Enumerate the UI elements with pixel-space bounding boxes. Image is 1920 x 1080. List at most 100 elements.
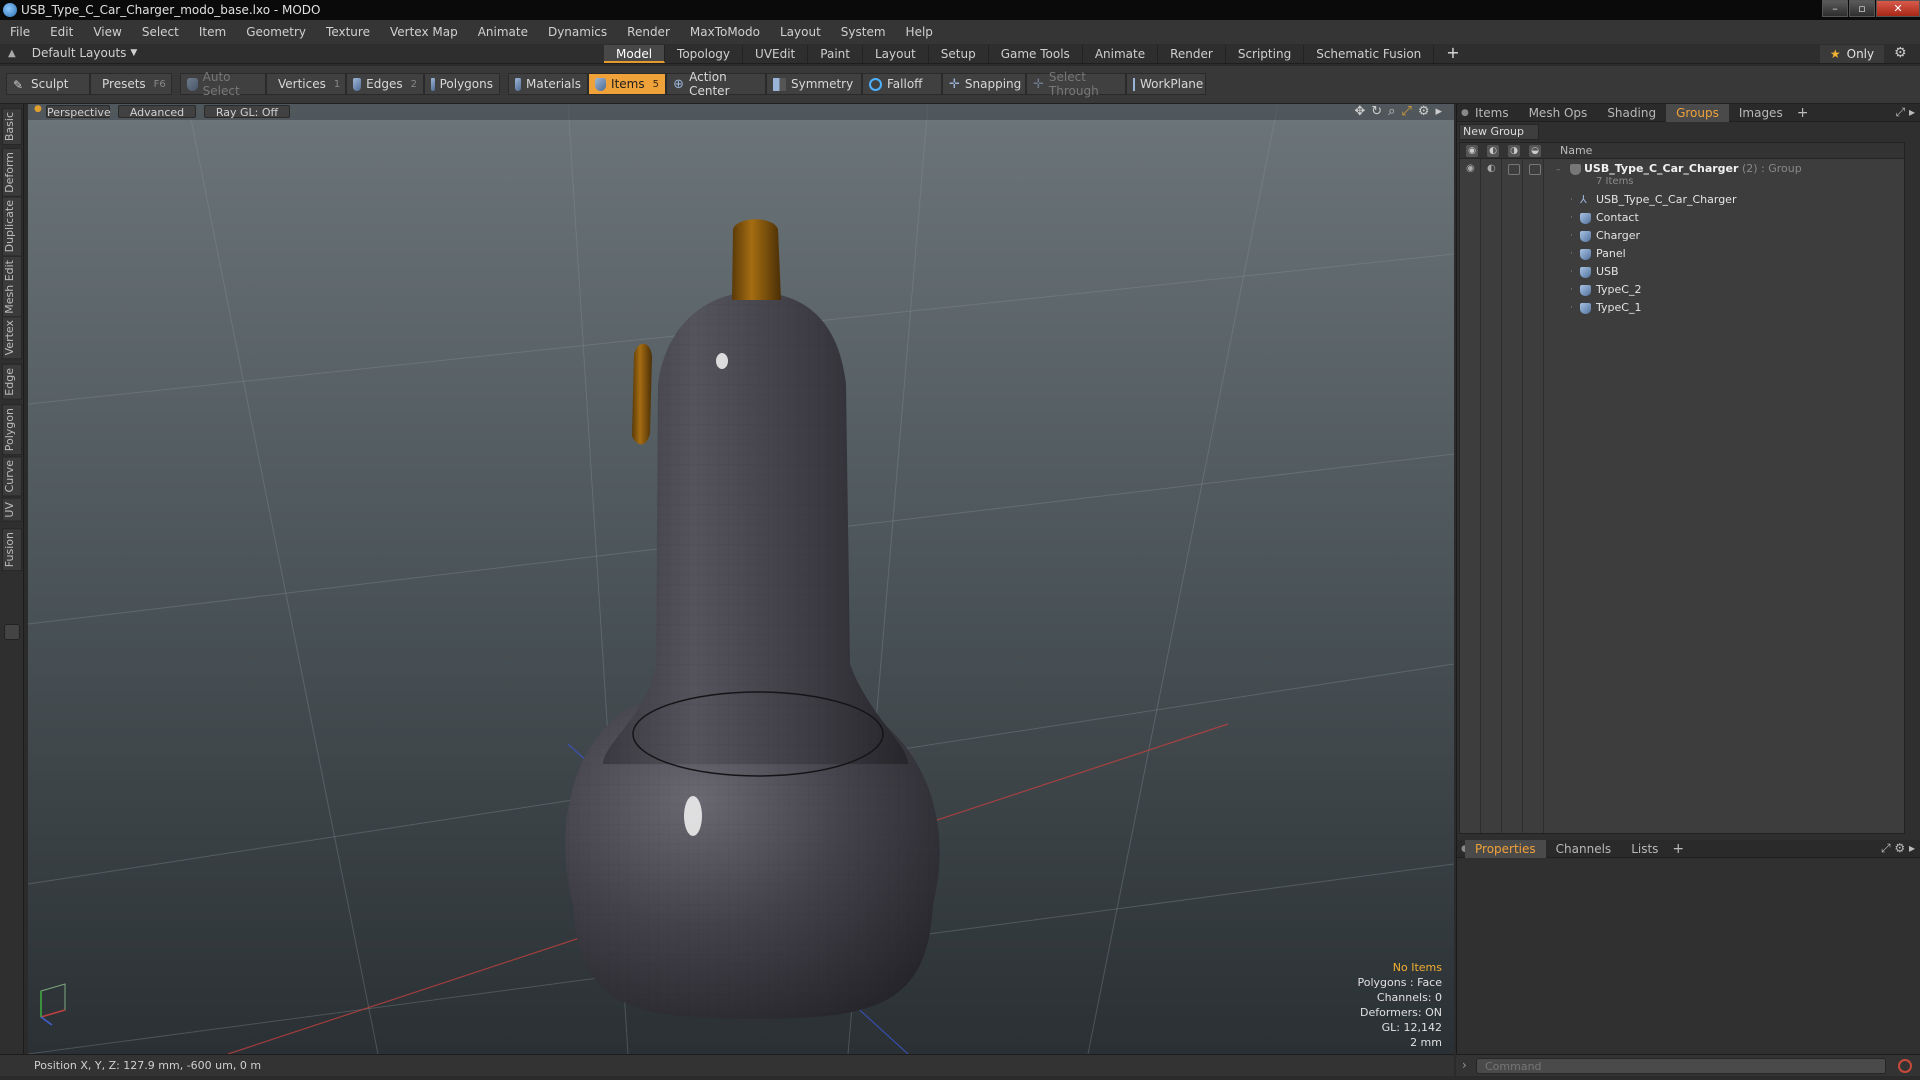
list-item[interactable]: · Panel xyxy=(1460,245,1904,263)
menu-geometry[interactable]: Geometry xyxy=(236,25,316,39)
left-tab-deform[interactable]: Deform xyxy=(2,148,22,197)
rotate-icon[interactable]: ↻ xyxy=(1371,104,1382,119)
tab-channels[interactable]: Channels xyxy=(1546,840,1622,858)
select-column-icon[interactable]: ◒ xyxy=(1529,145,1541,157)
collapse-group-icon[interactable]: – xyxy=(1556,165,1561,175)
polygons-button[interactable]: Polygons xyxy=(424,73,500,95)
tab-animate[interactable]: Animate xyxy=(1083,45,1159,63)
left-tab-polygon[interactable]: Polygon xyxy=(2,404,22,456)
menu-select[interactable]: Select xyxy=(132,25,189,39)
menu-file[interactable]: File xyxy=(0,25,40,39)
menu-system[interactable]: System xyxy=(831,25,896,39)
add-panel-tab-icon[interactable]: + xyxy=(1668,841,1688,857)
menu-item[interactable]: Item xyxy=(189,25,236,39)
zoom-icon[interactable]: ⌕ xyxy=(1388,104,1395,119)
lock-column-icon[interactable]: ◑ xyxy=(1508,145,1520,157)
menu-dynamics[interactable]: Dynamics xyxy=(538,25,617,39)
tab-topology[interactable]: Topology xyxy=(665,45,744,63)
list-item[interactable]: · TypeC_2 xyxy=(1460,281,1904,299)
command-history-icon[interactable]: › xyxy=(1462,1058,1467,1072)
tab-render[interactable]: Render xyxy=(1158,45,1226,63)
falloff-button[interactable]: Falloff xyxy=(862,73,942,95)
materials-button[interactable]: Materials xyxy=(508,73,588,95)
menu-edit[interactable]: Edit xyxy=(40,25,83,39)
symmetry-button[interactable]: Symmetry xyxy=(766,73,862,95)
tab-lists[interactable]: Lists xyxy=(1621,840,1668,858)
menu-help[interactable]: Help xyxy=(896,25,943,39)
gear-icon[interactable]: ⚙ xyxy=(1894,45,1907,61)
minimize-button[interactable]: – xyxy=(1822,0,1848,17)
presets-button[interactable]: Presets F6 xyxy=(90,73,172,95)
add-panel-tab-icon[interactable]: + xyxy=(1793,105,1813,121)
edges-button[interactable]: Edges 2 xyxy=(346,73,424,95)
viewport-expand-icon[interactable]: ▸ xyxy=(1435,104,1442,119)
layout-selector[interactable]: ▲ Default Layouts ▼ xyxy=(8,46,137,60)
list-item[interactable]: · USB xyxy=(1460,263,1904,281)
tab-shading[interactable]: Shading xyxy=(1597,104,1666,122)
stop-icon[interactable] xyxy=(1898,1059,1912,1073)
name-column-header[interactable]: Name xyxy=(1560,144,1592,157)
panel-expand-icon[interactable]: ⤢ ▸ xyxy=(1896,105,1915,120)
left-tab-curve[interactable]: Curve xyxy=(2,456,22,497)
render-toggle-icon[interactable]: ◐ xyxy=(1487,164,1499,174)
menu-maxtomodo[interactable]: MaxToModo xyxy=(680,25,770,39)
add-tab-button[interactable]: + xyxy=(1434,45,1471,63)
left-tab-mesh-edit[interactable]: Mesh Edit xyxy=(2,256,22,318)
list-item[interactable]: · TypeC_1 xyxy=(1460,299,1904,317)
tab-groups[interactable]: Groups xyxy=(1666,103,1729,122)
tab-scripting[interactable]: Scripting xyxy=(1226,45,1305,63)
close-button[interactable]: ✕ xyxy=(1876,0,1920,17)
tab-mesh-ops[interactable]: Mesh Ops xyxy=(1519,104,1598,122)
3d-viewport[interactable]: ● Perspective Advanced Ray GL: Off ✥ ↻ ⌕… xyxy=(28,104,1454,1054)
viewport-menu-dot-icon[interactable]: ● xyxy=(34,104,42,114)
workplane-button[interactable]: WorkPlane xyxy=(1126,73,1206,95)
sculpt-button[interactable]: ✎ Sculpt xyxy=(6,73,90,95)
fit-icon[interactable]: ⤢ xyxy=(1401,104,1411,119)
menu-vertex-map[interactable]: Vertex Map xyxy=(380,25,468,39)
tab-properties[interactable]: Properties xyxy=(1465,839,1546,858)
viewport-scene[interactable] xyxy=(28,104,1454,1054)
panel-grip-icon[interactable]: ● xyxy=(1457,108,1469,118)
tab-items[interactable]: Items xyxy=(1465,104,1519,122)
items-button[interactable]: Items 5 xyxy=(588,73,666,95)
shading-mode-button[interactable]: Advanced xyxy=(118,105,196,119)
left-tab-fusion[interactable]: Fusion xyxy=(2,528,22,572)
list-item[interactable]: · Contact xyxy=(1460,209,1904,227)
list-item[interactable]: · Charger xyxy=(1460,227,1904,245)
select-through-button[interactable]: ✛ Select Through xyxy=(1026,70,1126,98)
visibility-column-icon[interactable]: ◉ xyxy=(1466,145,1478,157)
list-item[interactable]: · ⅄ USB_Type_C_Car_Charger xyxy=(1460,191,1904,209)
tab-schematic-fusion[interactable]: Schematic Fusion xyxy=(1304,45,1435,63)
panel-grip-icon[interactable]: ● xyxy=(1457,844,1469,854)
panel-settings-icon[interactable]: ⤢ ⚙ ▸ xyxy=(1881,841,1915,856)
left-tab-edge[interactable]: Edge xyxy=(2,364,22,400)
menu-texture[interactable]: Texture xyxy=(316,25,380,39)
tab-game-tools[interactable]: Game Tools xyxy=(989,45,1083,63)
left-panel-toggle[interactable] xyxy=(4,624,20,640)
tab-setup[interactable]: Setup xyxy=(929,45,989,63)
lock-checkbox[interactable] xyxy=(1508,164,1520,175)
tab-paint[interactable]: Paint xyxy=(808,45,863,63)
menu-render[interactable]: Render xyxy=(617,25,680,39)
left-tab-vertex[interactable]: Vertex xyxy=(2,316,22,360)
vertices-button[interactable]: Vertices 1 xyxy=(266,73,346,95)
menu-layout[interactable]: Layout xyxy=(770,25,831,39)
render-column-icon[interactable]: ◐ xyxy=(1487,145,1499,157)
view-mode-button[interactable]: Perspective xyxy=(46,105,111,119)
new-group-button[interactable]: New Group xyxy=(1459,124,1539,140)
tab-images[interactable]: Images xyxy=(1729,104,1793,122)
tab-layout[interactable]: Layout xyxy=(863,45,929,63)
left-tab-duplicate[interactable]: Duplicate xyxy=(2,196,22,257)
only-button[interactable]: ★ Only xyxy=(1820,45,1884,63)
action-center-button[interactable]: ⊕ Action Center xyxy=(666,70,766,98)
left-tab-basic[interactable]: Basic xyxy=(2,108,22,146)
collapse-arrow-icon[interactable]: ▲ xyxy=(8,48,16,59)
menu-view[interactable]: View xyxy=(83,25,131,39)
tab-uvedit[interactable]: UVEdit xyxy=(743,45,809,63)
menu-animate[interactable]: Animate xyxy=(468,25,538,39)
snapping-button[interactable]: ✛ Snapping xyxy=(942,73,1026,95)
raygl-button[interactable]: Ray GL: Off xyxy=(204,105,290,119)
select-checkbox[interactable] xyxy=(1529,164,1541,175)
tab-model[interactable]: Model xyxy=(604,45,666,63)
pan-icon[interactable]: ✥ xyxy=(1354,104,1365,119)
